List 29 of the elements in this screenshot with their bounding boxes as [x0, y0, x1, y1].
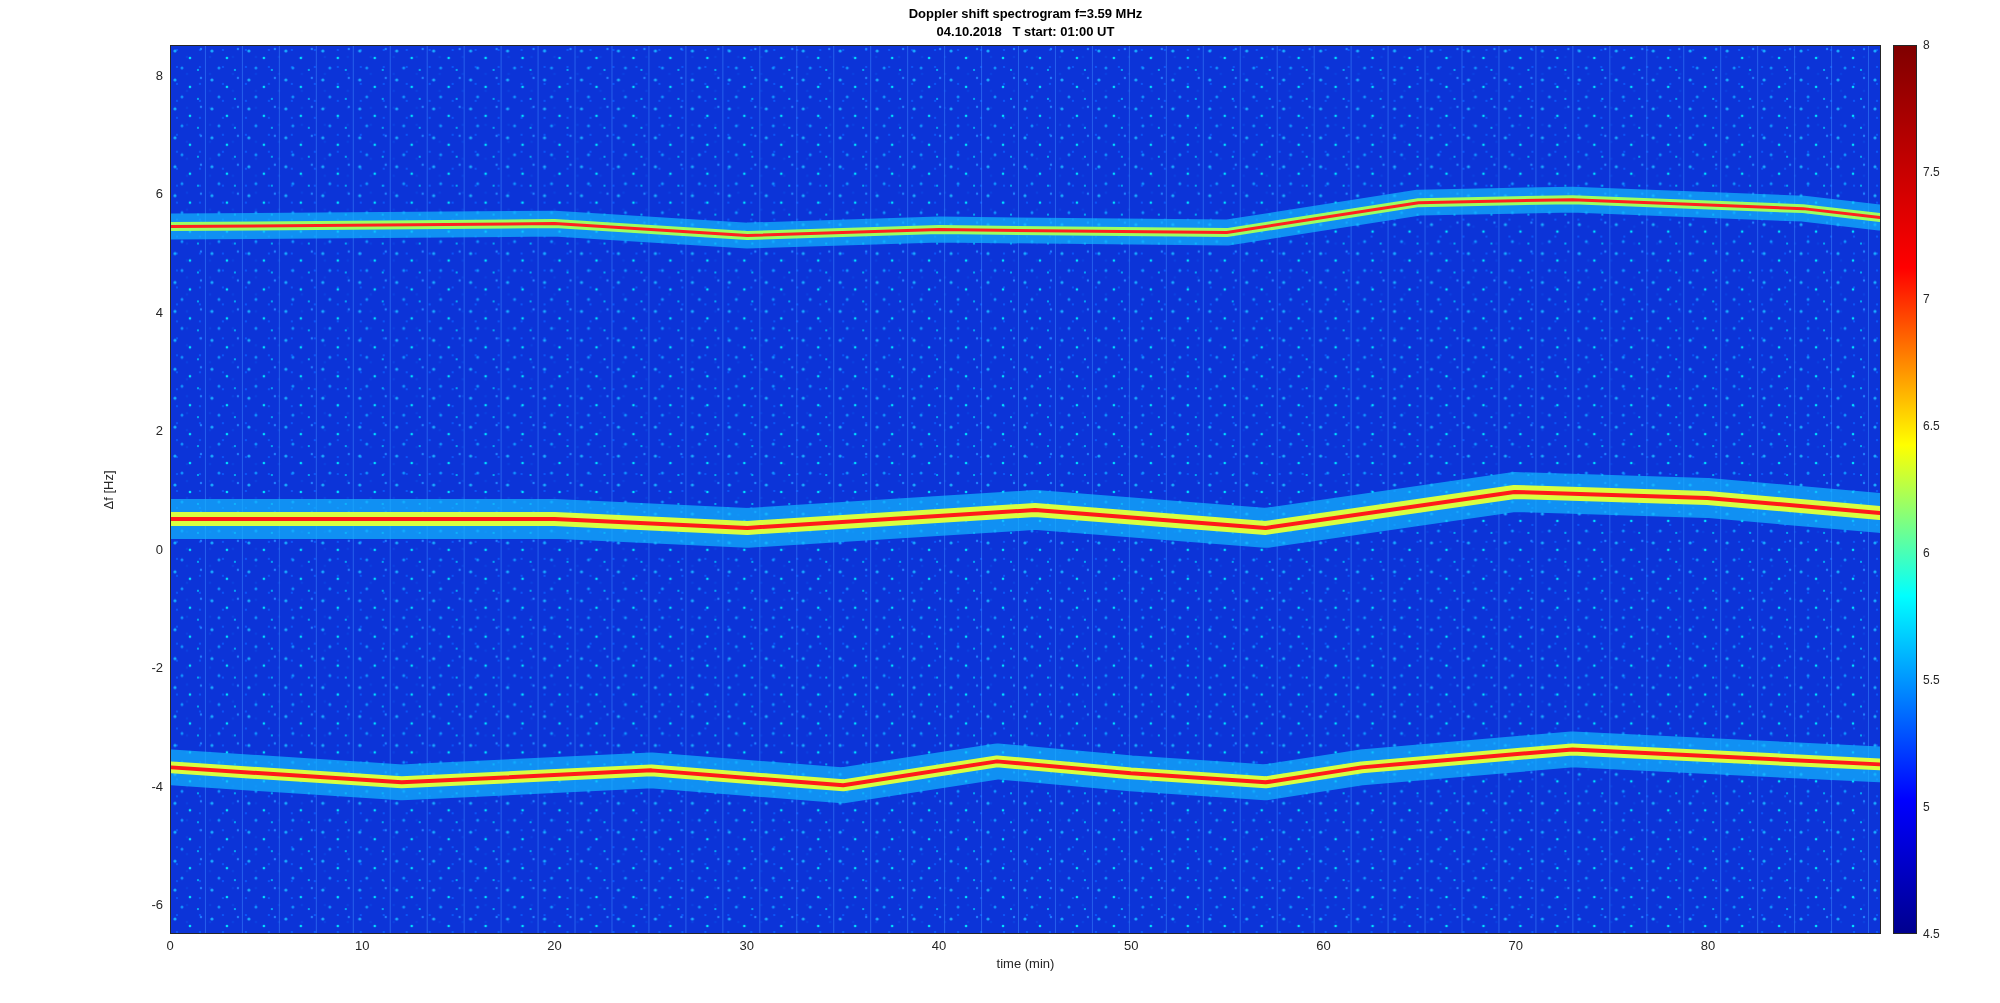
tick-label: -2 — [151, 659, 163, 675]
tick-label: 50 — [1124, 938, 1139, 953]
tick-label: 5 — [1923, 800, 1930, 814]
tick-label: 7 — [1923, 292, 1930, 306]
tick-label: 6 — [1923, 546, 1930, 560]
tick-label: 7.5 — [1923, 165, 1940, 179]
figure-title: Doppler shift spectrogram f=3.59 MHz — [908, 4, 1143, 23]
figure-title: 04.10.2018 T start: 01:00 UT — [936, 22, 1115, 41]
tick-label: 20 — [547, 938, 562, 953]
tick-label: 60 — [1316, 938, 1331, 953]
tick-label: 4.5 — [1923, 927, 1940, 941]
tick-label: 2 — [155, 422, 163, 438]
tick-label: 6 — [155, 185, 163, 201]
tick-label: 80 — [1700, 938, 1716, 953]
tick-label: 40 — [931, 938, 947, 953]
tick-label: 70 — [1508, 938, 1523, 953]
tick-label: 0 — [155, 541, 163, 557]
tick-label: 0 — [166, 938, 174, 953]
tick-label: 6.5 — [1923, 419, 1940, 433]
tick-label: 30 — [739, 938, 754, 953]
tick-label: 10 — [355, 938, 370, 953]
tick-label: 8 — [1923, 38, 1930, 52]
tick-label: -6 — [151, 896, 163, 912]
tick-label: 5.5 — [1923, 673, 1940, 687]
tick-label: 4 — [155, 304, 163, 320]
axis-label: time (min) — [996, 956, 1055, 971]
tick-label: -4 — [151, 778, 163, 794]
tick-label: 8 — [155, 67, 163, 83]
axis-label: Δf [Hz] — [101, 470, 116, 509]
